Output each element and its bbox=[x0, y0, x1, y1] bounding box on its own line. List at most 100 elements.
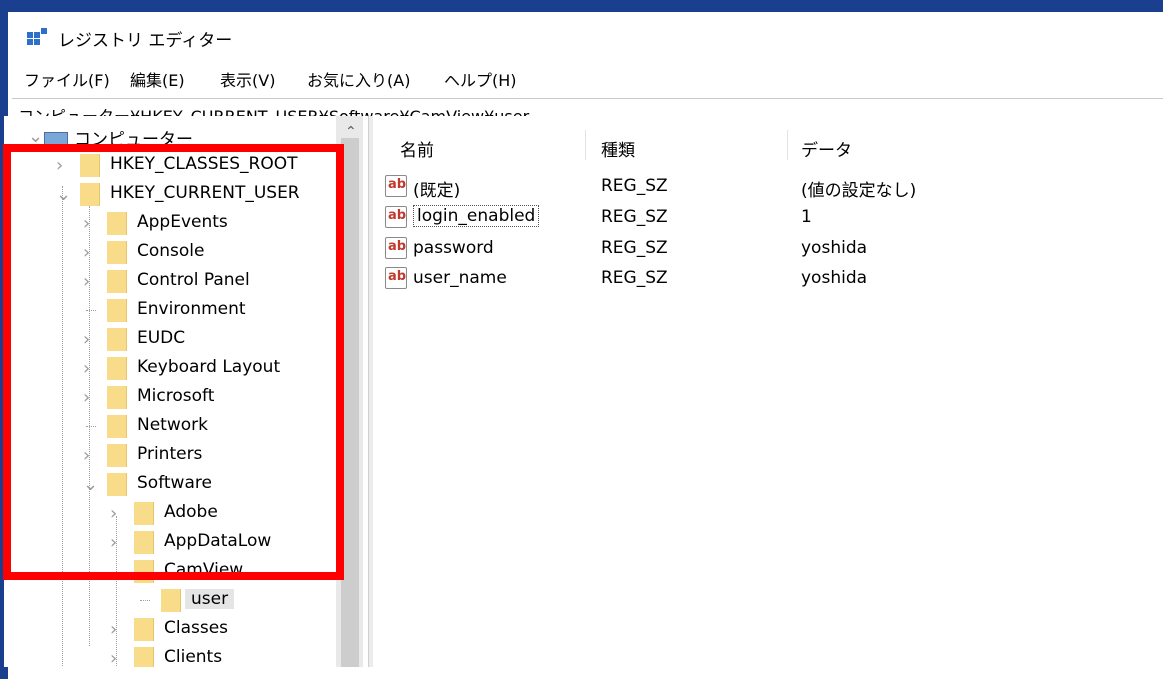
value-data: yoshida bbox=[801, 268, 868, 288]
tree-guide-line bbox=[89, 206, 90, 646]
folder-icon bbox=[107, 415, 127, 438]
tree-item-classes[interactable]: › Classes bbox=[4, 615, 334, 644]
column-header-data[interactable]: データ bbox=[801, 136, 852, 161]
tree-guide-line bbox=[62, 186, 63, 667]
tree-item-keyboard-layout[interactable]: › Keyboard Layout bbox=[4, 354, 334, 383]
value-row[interactable]: ab login_enabled REG_SZ 1 bbox=[385, 204, 1163, 232]
tree-item-label: AppDataLow bbox=[164, 531, 272, 551]
value-data: yoshida bbox=[801, 238, 868, 258]
folder-icon bbox=[107, 328, 127, 351]
folder-icon bbox=[134, 560, 154, 583]
value-data: 1 bbox=[801, 207, 812, 227]
tree-connector-line bbox=[140, 600, 150, 601]
tree-item-console[interactable]: › Console bbox=[4, 238, 334, 267]
value-row[interactable]: ab (既定) REG_SZ (値の設定なし) bbox=[385, 173, 1163, 201]
tree-item-appevents[interactable]: › AppEvents bbox=[4, 209, 334, 238]
folder-icon bbox=[107, 444, 127, 467]
tree-item-label: Classes bbox=[164, 618, 229, 638]
chevron-right-icon[interactable]: › bbox=[83, 238, 99, 267]
tree-scrollbar-thumb[interactable] bbox=[341, 138, 359, 667]
key-tree-pane[interactable]: ⌄ コンピューター › HKEY_CLASSES_ROOT ⌄ HKEY_CURRENT_… bbox=[4, 116, 369, 667]
menu-view[interactable]: 表示(V) bbox=[220, 67, 275, 91]
tree-item-hkey-classes-root[interactable]: › HKEY_CLASSES_ROOT bbox=[4, 151, 334, 180]
folder-icon bbox=[107, 299, 127, 322]
tree-item-printers[interactable]: › Printers bbox=[4, 441, 334, 470]
tree-item-eudc[interactable]: › EUDC bbox=[4, 325, 334, 354]
folder-icon bbox=[107, 270, 127, 293]
chevron-right-icon[interactable]: › bbox=[83, 325, 99, 354]
menu-file[interactable]: ファイル(F) bbox=[24, 67, 110, 91]
chevron-right-icon[interactable]: › bbox=[110, 644, 126, 667]
tree-item-control-panel[interactable]: › Control Panel bbox=[4, 267, 334, 296]
string-value-icon: ab bbox=[385, 206, 407, 228]
chevron-right-icon[interactable]: › bbox=[83, 267, 99, 296]
computer-icon bbox=[44, 132, 68, 148]
folder-icon bbox=[134, 531, 154, 554]
folder-icon bbox=[107, 357, 127, 380]
menu-favorites[interactable]: お気に入り(A) bbox=[307, 67, 410, 91]
value-type: REG_SZ bbox=[601, 207, 668, 227]
value-name: (既定) bbox=[413, 181, 461, 201]
column-header-type[interactable]: 種類 bbox=[601, 136, 635, 161]
tree-item-label: Network bbox=[137, 415, 208, 435]
tree-item-label: Adobe bbox=[164, 502, 218, 522]
tree-item-label: Control Panel bbox=[137, 270, 250, 290]
tree-item-label: EUDC bbox=[137, 328, 186, 348]
folder-icon bbox=[161, 589, 181, 612]
column-header-name[interactable]: 名前 bbox=[400, 136, 434, 161]
tree-item-label: HKEY_CLASSES_ROOT bbox=[110, 154, 298, 174]
chevron-down-icon[interactable]: ⌄ bbox=[110, 557, 126, 586]
folder-icon bbox=[107, 386, 127, 409]
string-value-icon: ab bbox=[385, 267, 407, 289]
string-value-icon: ab bbox=[385, 175, 407, 197]
tree-item-label: Keyboard Layout bbox=[137, 357, 281, 377]
tree-item-label: Clients bbox=[164, 647, 223, 667]
column-separator[interactable] bbox=[585, 130, 586, 160]
value-type: REG_SZ bbox=[601, 268, 668, 288]
chevron-down-icon[interactable]: ⌄ bbox=[28, 122, 44, 151]
chevron-right-icon[interactable]: › bbox=[110, 528, 126, 557]
tree-item-user[interactable]: user bbox=[4, 586, 334, 615]
tree-item-clients[interactable]: › Clients bbox=[4, 644, 334, 667]
chevron-right-icon[interactable]: › bbox=[83, 383, 99, 412]
folder-icon bbox=[80, 183, 100, 206]
folder-icon bbox=[80, 154, 100, 177]
tree-item-microsoft[interactable]: › Microsoft bbox=[4, 383, 334, 412]
tree-item-network[interactable]: Network bbox=[4, 412, 334, 441]
menu-edit[interactable]: 編集(E) bbox=[130, 67, 185, 91]
string-value-icon: ab bbox=[385, 237, 407, 259]
value-data: (値の設定なし) bbox=[801, 181, 917, 201]
chevron-right-icon[interactable]: › bbox=[83, 441, 99, 470]
scroll-up-icon[interactable]: ⌃ bbox=[345, 124, 357, 140]
chevron-down-icon[interactable]: ⌄ bbox=[83, 470, 99, 499]
chevron-right-icon[interactable]: › bbox=[56, 151, 72, 180]
registry-editor-icon bbox=[27, 28, 47, 45]
tree-item-adobe[interactable]: › Adobe bbox=[4, 499, 334, 528]
tree-item-label: CamView bbox=[164, 560, 244, 580]
value-row[interactable]: ab user_name REG_SZ yoshida bbox=[385, 265, 1163, 293]
chevron-right-icon[interactable]: › bbox=[110, 615, 126, 644]
chevron-down-icon[interactable]: ⌄ bbox=[56, 180, 72, 209]
folder-icon bbox=[134, 647, 154, 667]
tree-item-camview[interactable]: ⌄ CamView bbox=[4, 557, 334, 586]
folder-icon bbox=[107, 473, 127, 496]
value-type: REG_SZ bbox=[601, 176, 668, 196]
folder-icon bbox=[134, 618, 154, 641]
tree-item-hkey-current-user[interactable]: ⌄ HKEY_CURRENT_USER bbox=[4, 180, 334, 209]
value-row[interactable]: ab password REG_SZ yoshida bbox=[385, 235, 1163, 263]
tree-item-environment[interactable]: Environment bbox=[4, 296, 334, 325]
tree-item-label: user bbox=[185, 589, 235, 609]
tree-item-label: コンピューター bbox=[74, 130, 193, 150]
tree-item-label: AppEvents bbox=[137, 212, 228, 232]
tree-connector-line bbox=[86, 310, 96, 311]
tree-item-label: HKEY_CURRENT_USER bbox=[110, 183, 300, 203]
menu-help[interactable]: ヘルプ(H) bbox=[444, 67, 517, 91]
folder-icon bbox=[134, 502, 154, 525]
chevron-right-icon[interactable]: › bbox=[83, 354, 99, 383]
column-separator[interactable] bbox=[787, 130, 788, 160]
folder-icon bbox=[107, 241, 127, 264]
chevron-right-icon[interactable]: › bbox=[83, 209, 99, 238]
tree-item-appdatalow[interactable]: › AppDataLow bbox=[4, 528, 334, 557]
tree-item-software[interactable]: ⌄ Software bbox=[4, 470, 334, 499]
chevron-right-icon[interactable]: › bbox=[110, 499, 126, 528]
